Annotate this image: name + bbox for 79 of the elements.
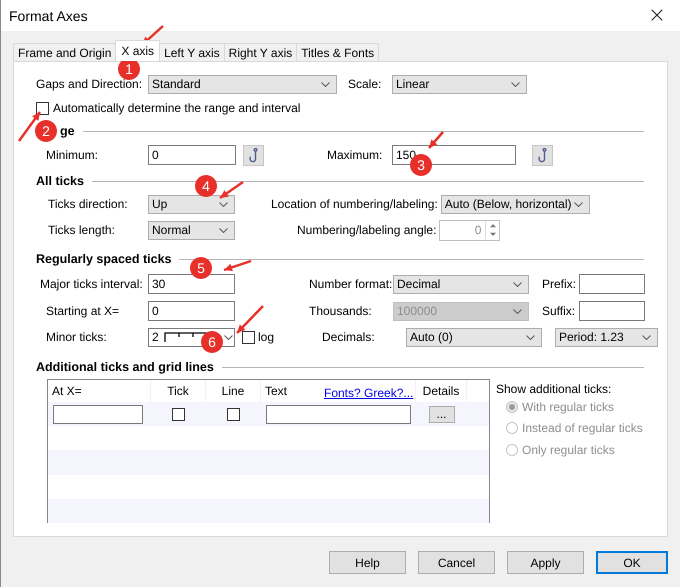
field-label: Thousands: [309,304,373,318]
caret-icon [219,228,228,232]
field-label: Maximum: [327,148,384,162]
location-dropdown[interactable]: Auto (Below, horizontal) [440,194,590,214]
section-heading: ge [60,124,75,138]
period-dropdown[interactable]: Period: 1.23 [555,328,658,346]
tab[interactable]: Titles & Fonts [296,43,380,61]
annotation-arrow [428,131,444,149]
tab[interactable]: Right Y axis [224,43,298,61]
radio-label: Instead of regular ticks [522,421,643,436]
number-format-dropdown[interactable]: Decimal [393,274,529,294]
field-label: Numbering/labeling angle: [297,223,436,237]
field-label: Decimals: [322,330,376,344]
dialog-button[interactable]: Cancel [418,551,495,574]
caret-icon [321,82,330,86]
suffix-field[interactable] [579,301,645,321]
decimals-dropdown[interactable]: Auto (0) [406,328,542,346]
close-button[interactable]: × [634,0,680,31]
field-label: Location of numbering/labeling: [271,197,438,211]
checkbox[interactable] [36,102,49,114]
caret-icon [511,82,520,86]
annotation-arrow [236,305,264,334]
major-interval-field[interactable]: 30 [148,274,235,294]
hook-icon [538,148,548,162]
down-arrow-icon [488,232,497,238]
hook-icon [248,148,258,162]
length-dropdown[interactable]: Normal [148,220,235,240]
tick-checkbox[interactable] [172,408,185,421]
field-label: Number format: [309,277,393,291]
starting-field[interactable]: 0 [148,301,235,321]
field-label: Ticks direction: [48,197,129,211]
scale-dropdown[interactable]: Linear [392,74,527,94]
field-label: Minimum: [46,148,100,162]
dialog-button[interactable]: Help [329,551,406,574]
checkbox-label: log [258,330,276,344]
tick-ruler-icon [164,332,208,342]
section-heading: All ticks [36,174,84,188]
tab[interactable]: X axis [115,40,160,61]
hook-button[interactable] [243,144,264,166]
field-label: Suffix: [542,304,576,318]
caret-icon [642,334,651,340]
caret-icon [513,308,522,314]
text-field[interactable] [266,404,411,424]
field-label: Minor ticks: [46,330,108,344]
direction-dropdown[interactable]: Up [148,194,235,214]
dialog-button[interactable]: OK [596,551,668,574]
gaps-dropdown[interactable]: Standard [148,74,337,94]
caret-icon [574,202,583,206]
field-label: Ticks length: [48,223,116,237]
at-x-field[interactable] [53,404,143,424]
up-arrow-icon [488,222,497,228]
tab[interactable]: Frame and Origin [13,43,116,61]
field-label: Scale: [348,77,382,91]
prefix-field[interactable] [579,274,645,294]
field-label: Gaps and Direction: [36,77,144,91]
caret-icon [526,334,535,340]
hook-button[interactable] [532,144,553,166]
caret-icon [219,202,228,206]
annotation-arrow [219,180,244,200]
section-heading: Regularly spaced ticks [36,252,172,266]
checkbox[interactable] [242,330,255,344]
caret-icon [513,282,522,286]
fonts-link[interactable]: Fonts? Greek?... [324,386,414,400]
annotation-arrow [18,111,42,142]
details-button[interactable]: ... [428,406,454,423]
window-title: Format Axes [9,8,88,24]
section-heading: Additional ticks and grid lines [36,360,214,374]
line-checkbox[interactable] [227,408,240,421]
radio-label: Only regular ticks [522,442,615,457]
field-label: Starting at X= [46,304,120,318]
dialog-button[interactable]: Apply [507,551,584,574]
radio-label: With regular ticks [522,400,614,414]
annotation-arrow [224,260,252,272]
checkbox-label: Automatically determine the range and interval [53,101,300,115]
field-label: Prefix: [542,277,578,291]
field-label: Major ticks interval: [40,277,144,291]
caret-icon [224,334,233,340]
minimum-field[interactable]: 0 [148,145,236,165]
group-label: Show additional ticks: [496,382,612,396]
